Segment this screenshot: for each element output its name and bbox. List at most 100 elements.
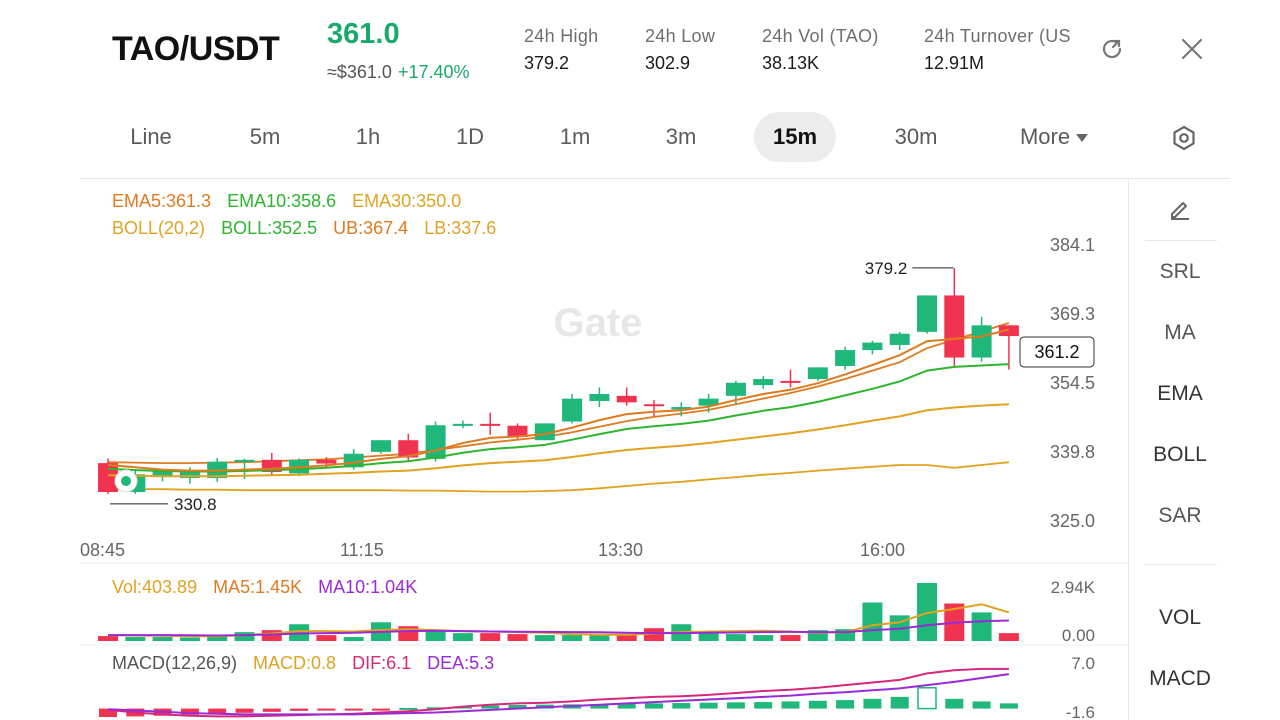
macd-hist-bar <box>754 702 773 709</box>
tool-vol[interactable]: VOL <box>1129 606 1231 630</box>
volume-tick-label: 0.00 <box>1062 626 1095 645</box>
boll-mid-label: BOLL:352.5 <box>221 218 318 238</box>
time-tick-label: 13:30 <box>598 540 643 560</box>
interval-more-label: More <box>1019 124 1071 149</box>
volume-bar <box>725 634 746 641</box>
candle-down <box>98 463 118 493</box>
price-tick-label: 325.0 <box>1050 511 1095 531</box>
candle-up <box>562 398 583 422</box>
volume-bar <box>425 631 446 641</box>
stat-label: 24h Turnover (US <box>924 26 1071 46</box>
volume-bar <box>179 637 200 641</box>
interval-line[interactable]: Line <box>116 112 186 162</box>
volume-bar <box>753 635 774 641</box>
candle-up <box>589 393 610 401</box>
logo-badge-dot <box>121 476 131 486</box>
interval-5m[interactable]: 5m <box>232 112 298 162</box>
share-icon[interactable] <box>1097 34 1127 64</box>
pencil-icon[interactable] <box>1129 196 1231 228</box>
tool-ema[interactable]: EMA <box>1129 382 1231 406</box>
stat-label: 24h Vol (TAO) <box>762 26 879 46</box>
settings-hexagon-icon[interactable] <box>1160 112 1208 162</box>
candle-up <box>889 333 910 345</box>
tool-boll[interactable]: BOLL <box>1129 443 1231 467</box>
macd-hist-bar <box>726 702 745 709</box>
macd-hist-bar <box>945 698 964 709</box>
ema-legend: EMA5:361.3 EMA10:358.6 EMA30:350.0 <box>112 191 477 212</box>
interval-1d[interactable]: 1D <box>440 112 500 162</box>
volume-bar <box>98 636 118 641</box>
candle-up <box>807 367 828 380</box>
close-icon[interactable] <box>1177 34 1207 64</box>
candle-up <box>452 423 473 426</box>
macd-hist-bar <box>917 686 937 710</box>
ema10-label: EMA10:358.6 <box>227 191 337 211</box>
vol-label: Vol:403.89 <box>112 577 198 597</box>
macd-hist-bar <box>836 700 855 709</box>
candle-down <box>316 459 337 464</box>
macd-hist-bar <box>262 708 281 712</box>
volume-bar <box>562 635 583 641</box>
volume-bar <box>998 633 1019 641</box>
macd-tick-label: -1.6 <box>1066 703 1095 720</box>
chart-panel[interactable]: Gate 379.2 330.8 361.2 384.1 369.3 354.5 339.… <box>80 178 1230 720</box>
price-tick-label: 384.1 <box>1050 235 1095 255</box>
candle-down <box>616 395 637 403</box>
macd-hist-bar <box>863 698 882 709</box>
candle-up <box>725 382 746 396</box>
price-tick-label: 339.8 <box>1050 442 1095 462</box>
interval-15m[interactable]: 15m <box>754 112 836 162</box>
price-tick-label: 354.5 <box>1050 373 1095 393</box>
macd-hist-bar <box>645 703 663 709</box>
interval-more[interactable]: More <box>1004 112 1104 162</box>
interval-1m[interactable]: 1m <box>544 112 606 162</box>
tool-sar[interactable]: SAR <box>1129 504 1231 528</box>
candle-up <box>234 459 255 462</box>
stat-24h-low: 24h Low 302.9 <box>645 26 715 74</box>
macd-hist-bar <box>972 701 991 709</box>
ema10-line <box>107 363 1009 473</box>
macd-hist-bar <box>999 703 1018 709</box>
ema30-label: EMA30:350.0 <box>352 191 462 211</box>
macd-hist-bar <box>344 708 363 711</box>
time-tick-label: 16:00 <box>860 540 905 560</box>
macd-hist-bar <box>235 708 254 713</box>
macd-hist-bar <box>317 708 336 711</box>
vol-legend: Vol:403.89 MA5:1.45K MA10:1.04K <box>112 577 433 598</box>
volume-bar <box>480 633 501 641</box>
interval-30m[interactable]: 30m <box>878 112 954 162</box>
boll-params-label: BOLL(20,2) <box>112 218 206 238</box>
candle-up <box>753 379 774 386</box>
kline-chart[interactable]: Gate 379.2 330.8 361.2 384.1 369.3 354.5 339.… <box>80 179 1128 720</box>
tool-ma[interactable]: MA <box>1129 321 1231 345</box>
volume-bar <box>534 635 555 641</box>
candle-down <box>944 295 965 358</box>
candle-up <box>371 440 391 452</box>
volume-bar <box>125 637 146 641</box>
volume-bar <box>152 637 173 641</box>
stat-24h-high: 24h High 379.2 <box>524 26 598 74</box>
volume-bar <box>234 632 255 641</box>
macd-hist-bar <box>372 708 390 711</box>
price-tick-label: 369.3 <box>1050 304 1095 324</box>
stat-24h-turnover: 24h Turnover (US 12.91M <box>924 26 1090 74</box>
tool-macd[interactable]: MACD <box>1129 667 1231 691</box>
tool-srl[interactable]: SRL <box>1129 260 1231 284</box>
candle-down <box>644 404 664 407</box>
price-sub: ≈$361.0 +17.40% <box>327 62 470 83</box>
vol-ma5-label: MA5:1.45K <box>213 577 303 597</box>
macd-hist-bar <box>699 702 718 709</box>
interval-1h[interactable]: 1h <box>338 112 398 162</box>
time-tick-label: 11:15 <box>340 540 384 560</box>
macd-hist-bar <box>890 696 909 709</box>
candle-down <box>480 423 501 426</box>
interval-3m[interactable]: 3m <box>650 112 712 162</box>
boll-ub-label: UB:367.4 <box>333 218 409 238</box>
caret-down-icon <box>1076 134 1089 143</box>
stat-label: 24h Low <box>645 26 716 46</box>
volume-bar <box>507 634 528 641</box>
indicator-toolbar: SRL MA EMA BOLL SAR VOL MACD <box>1128 178 1230 720</box>
pair-title: TAO/USDT <box>112 30 280 68</box>
macd-dif-label: DIF:6.1 <box>352 653 412 673</box>
ema30-line <box>107 403 1009 478</box>
